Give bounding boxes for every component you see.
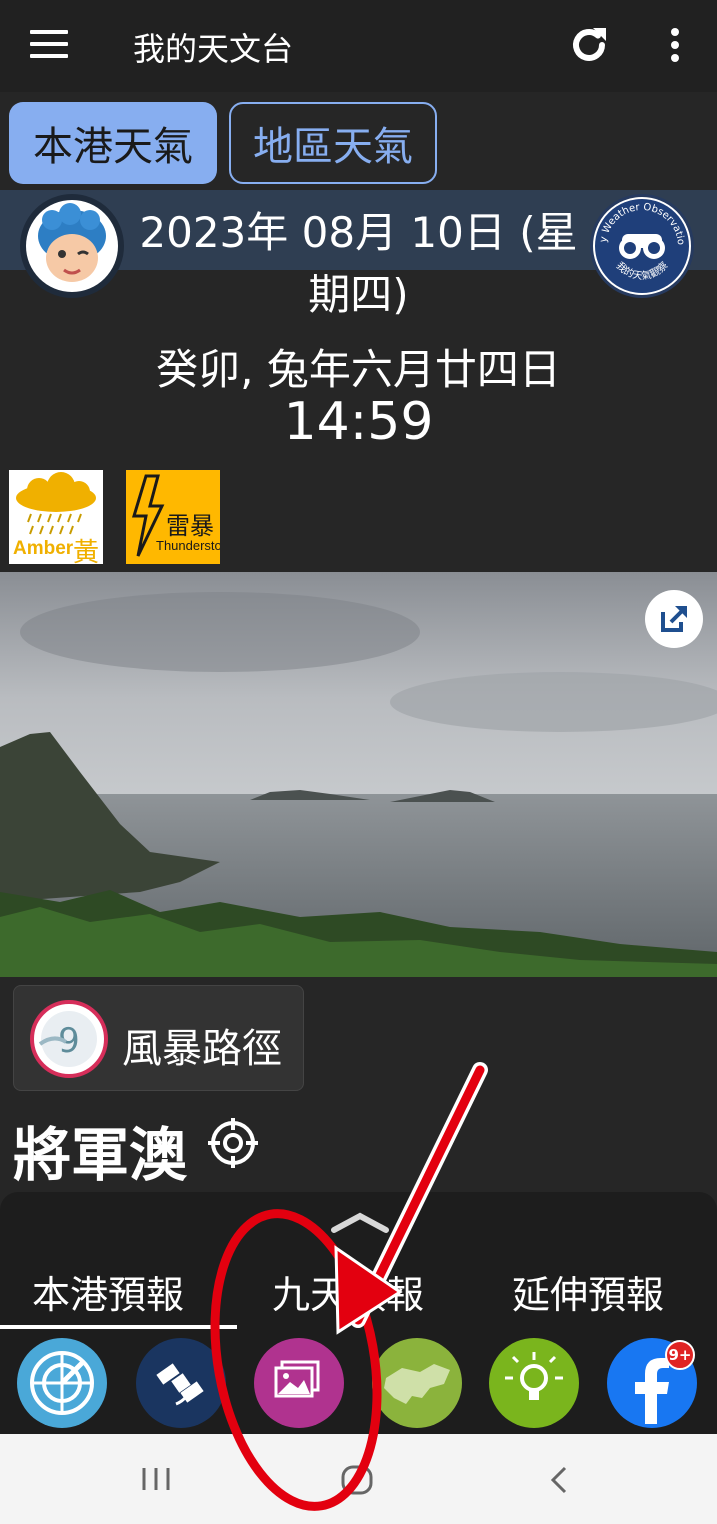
date-label: 2023年 08月 10日 (星期四) [139, 208, 578, 319]
notification-badge: 9+ [665, 1340, 695, 1370]
recents-icon[interactable] [140, 1464, 172, 1494]
avatar[interactable] [20, 194, 124, 298]
thunderstorm-warning-icon[interactable]: 雷暴 Thunderstorm [126, 470, 220, 564]
tab-indicator [0, 1325, 237, 1329]
warning-amber-cn-text: 黃 [73, 537, 100, 564]
storm-track-label: 風暴路徑 [122, 1026, 282, 1072]
hk-map-icon[interactable] [372, 1338, 462, 1428]
menu-icon[interactable] [30, 30, 68, 60]
lunar-date: 癸卯, 兔年六月廿四日 [156, 345, 561, 394]
current-time: 14:59 [283, 392, 434, 452]
webcam-image[interactable] [0, 572, 717, 977]
location-target-icon[interactable] [206, 1116, 260, 1170]
weather-observation-logo[interactable]: My Weather Observation 我的天氣觀察 [590, 194, 694, 298]
tab-hk-weather[interactable]: 本港天氣 [9, 102, 217, 184]
back-icon[interactable] [545, 1464, 571, 1496]
warning-amber-text: Amber [13, 538, 74, 559]
warning-thunder-cn-text: 雷暴 [166, 513, 214, 540]
typhoon-signal-icon: 9 [30, 1000, 108, 1078]
app-title: 我的天文台 [133, 30, 294, 68]
storm-track-button[interactable]: 9 風暴路徑 [13, 985, 304, 1091]
home-icon[interactable] [340, 1464, 374, 1496]
location-name: 將軍澳 [13, 1121, 188, 1189]
tab-extended-forecast[interactable]: 延伸預報 [512, 1264, 664, 1319]
open-external-icon[interactable] [645, 590, 703, 648]
photos-icon[interactable] [254, 1338, 344, 1428]
tab-9day-forecast[interactable]: 九天預報 [272, 1264, 424, 1319]
refresh-icon[interactable] [566, 22, 612, 68]
top-app-bar: 我的天文台 [0, 0, 717, 92]
radar-icon[interactable] [17, 1338, 107, 1428]
warning-thunder-en-text: Thunderstorm [156, 538, 220, 553]
tab-regional-weather[interactable]: 地區天氣 [229, 102, 437, 184]
sheet-handle-icon[interactable] [330, 1210, 390, 1234]
more-vert-icon[interactable] [660, 26, 690, 66]
tab-local-forecast[interactable]: 本港預報 [32, 1264, 184, 1319]
system-nav-bar [0, 1434, 717, 1524]
tips-lightbulb-icon[interactable] [489, 1338, 579, 1428]
satellite-icon[interactable] [136, 1338, 226, 1428]
amber-rainstorm-warning-icon[interactable]: Amber 黃 [9, 470, 103, 564]
weather-tabs: 本港天氣 地區天氣 [0, 92, 717, 188]
